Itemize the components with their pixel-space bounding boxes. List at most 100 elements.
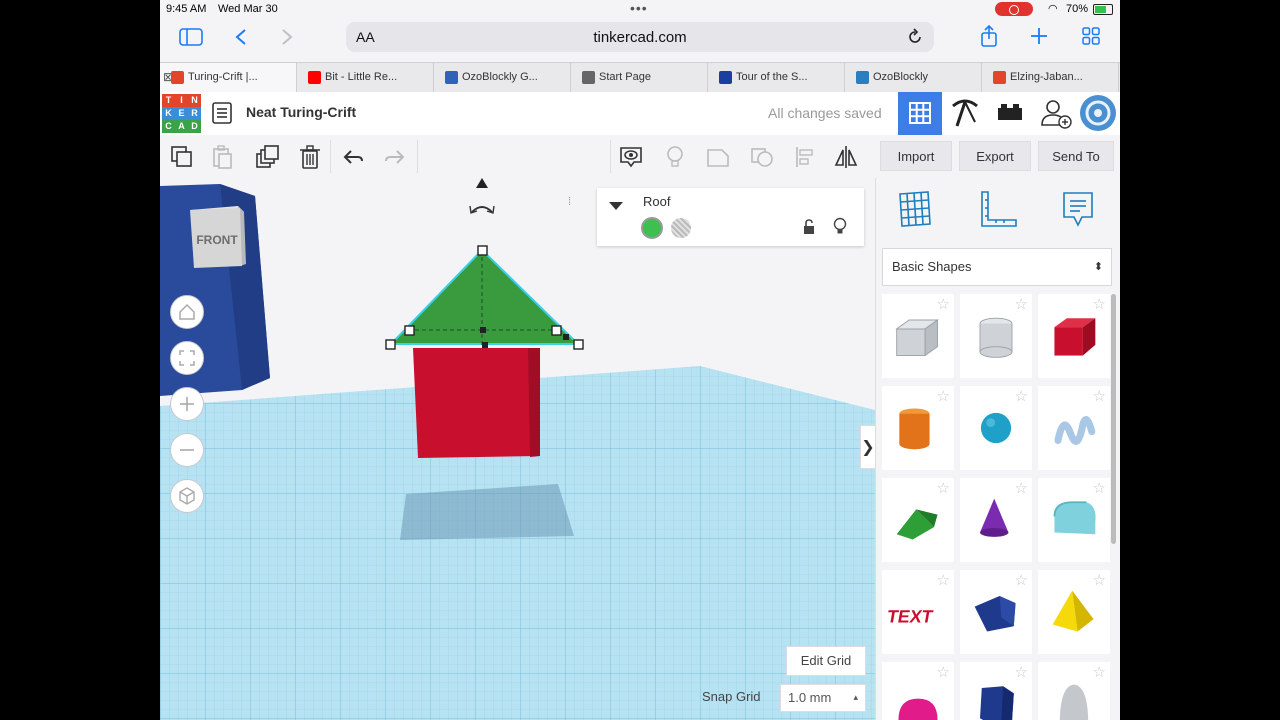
invite-user-button[interactable]	[1033, 92, 1077, 135]
multitasking-dots-icon[interactable]: •••	[630, 0, 648, 16]
grid-view-icon	[909, 102, 931, 124]
info-icon[interactable]: ⁞	[568, 196, 571, 208]
shape-card-sphere[interactable]: ☆	[960, 386, 1032, 470]
shape-card-hexagonal-prism[interactable]: ☆	[960, 662, 1032, 720]
shape-card-round-roof[interactable]: ☆	[1038, 478, 1110, 562]
browser-tab[interactable]: Tour of the S...	[708, 63, 845, 93]
browser-tab[interactable]: OzoBlockly G...	[434, 63, 571, 93]
shape-card-polygon[interactable]: ☆	[960, 570, 1032, 654]
shape-card-scribble[interactable]: ☆	[1038, 386, 1110, 470]
paste-icon[interactable]	[210, 144, 236, 170]
tab-overview-icon[interactable]	[1082, 27, 1100, 45]
design-title[interactable]: Neat Turing-Crift	[246, 104, 356, 120]
ortho-view-button[interactable]	[170, 479, 204, 513]
ruler-icon[interactable]	[978, 190, 1018, 230]
stepper-icon: ▴	[853, 692, 858, 702]
logo-letter: C	[162, 120, 175, 133]
shape-library-value: Basic Shapes	[892, 259, 972, 274]
collapse-inspector-icon[interactable]	[609, 202, 623, 210]
zoom-out-button[interactable]	[170, 433, 204, 467]
shape-card-cone[interactable]: ☆	[960, 478, 1032, 562]
bricks-view-button[interactable]	[988, 92, 1032, 135]
back-icon[interactable]	[234, 28, 248, 46]
show-all-icon[interactable]	[618, 144, 644, 170]
workplane-scene[interactable]: FRONT ⁞	[160, 178, 875, 720]
shape-card-half-sphere[interactable]: ☆	[882, 662, 954, 720]
note-bulb-icon[interactable]	[662, 144, 688, 170]
snap-grid-select[interactable]: 1.0 mm ▴	[780, 684, 866, 712]
address-bar[interactable]: AA tinkercad.com	[346, 22, 934, 52]
share-icon[interactable]	[979, 24, 999, 48]
lock-icon[interactable]	[802, 219, 816, 235]
solid-color-button[interactable]	[641, 217, 663, 239]
center-handle[interactable]	[480, 327, 486, 333]
avatar-icon	[1080, 95, 1116, 131]
export-button[interactable]: Export	[959, 141, 1031, 171]
save-status: All changes saved	[768, 105, 882, 121]
status-time: 9:45 AM	[166, 3, 207, 15]
home-view-button[interactable]	[170, 295, 204, 329]
box-shape[interactable]	[413, 348, 538, 458]
lift-handle-icon[interactable]	[476, 178, 488, 188]
shape-panel-scrollbar[interactable]	[1111, 294, 1116, 544]
duplicate-icon[interactable]	[254, 144, 280, 170]
mirror-icon[interactable]	[833, 144, 859, 170]
new-tab-icon[interactable]	[1030, 27, 1048, 45]
corner-handle[interactable]	[563, 334, 569, 340]
browser-tab[interactable]: Bit - Little Re...	[297, 63, 434, 93]
import-button[interactable]: Import	[880, 141, 952, 171]
snap-grid-label: Snap Grid	[702, 689, 761, 704]
shape-card-box-hole[interactable]: ☆	[882, 294, 954, 378]
fit-view-button[interactable]	[170, 341, 204, 375]
browser-tab[interactable]: OzoBlockly	[845, 63, 982, 93]
shape-thumbnail-icon	[1054, 318, 1096, 356]
edit-grid-button[interactable]: Edit Grid	[786, 646, 866, 676]
blocks-view-button[interactable]	[943, 92, 987, 135]
logo-letter: A	[175, 120, 188, 133]
hole-button[interactable]	[671, 218, 691, 238]
snap-grid-value: 1.0 mm	[788, 690, 832, 705]
browser-tab-label: Turing-Crift |...	[188, 71, 258, 83]
align-icon[interactable]	[793, 144, 819, 170]
send-to-button[interactable]: Send To	[1038, 141, 1114, 171]
shape-thumbnail-icon	[1054, 416, 1096, 445]
shape-thumbnail-icon	[980, 498, 1009, 537]
ungroup-icon[interactable]	[749, 144, 775, 170]
shape-card-cylinder-hole[interactable]: ☆	[960, 294, 1032, 378]
undo-icon[interactable]	[340, 144, 366, 170]
redo-icon[interactable]	[382, 144, 408, 170]
favicon-icon	[171, 71, 184, 84]
3d-design-view-button[interactable]	[898, 92, 942, 135]
visibility-bulb-icon[interactable]	[833, 217, 847, 235]
shape-card-box[interactable]: ☆	[1038, 294, 1110, 378]
browser-tab[interactable]: Start Page	[571, 63, 708, 93]
group-icon[interactable]	[705, 144, 731, 170]
reload-icon[interactable]	[906, 28, 924, 46]
forward-icon[interactable]	[280, 28, 294, 46]
workplane-viewport[interactable]: FRONT ⁞ Edit Grid Snap Grid 1.0 mm ▴	[160, 178, 875, 720]
bottom-handle[interactable]	[482, 342, 488, 348]
screen-recording-icon	[995, 2, 1033, 16]
shape-name[interactable]: Roof	[643, 194, 670, 209]
browser-tab[interactable]: ⊠ Turing-Crift |...	[160, 63, 297, 93]
notes-icon[interactable]	[1058, 190, 1098, 230]
favicon-icon	[993, 71, 1006, 84]
design-menu-icon[interactable]	[212, 102, 232, 124]
logo-letter: E	[175, 107, 188, 120]
tinkercad-logo[interactable]: TINKERCAD	[162, 94, 201, 133]
workplane-icon[interactable]	[896, 190, 936, 230]
delete-icon[interactable]	[297, 144, 323, 170]
collapse-panel-button[interactable]: ❯	[860, 425, 876, 469]
profile-avatar[interactable]	[1076, 92, 1120, 135]
sidebar-icon[interactable]	[179, 28, 203, 46]
shape-card-cylinder[interactable]: ☆	[882, 386, 954, 470]
browser-tab[interactable]: Elzing-Jaban...	[982, 63, 1119, 93]
shape-card-text[interactable]: ☆ TEXT	[882, 570, 954, 654]
shape-card-roof[interactable]: ☆	[882, 478, 954, 562]
shape-thumbnail-icon	[1053, 501, 1096, 535]
copy-icon[interactable]	[169, 144, 195, 170]
zoom-in-button[interactable]	[170, 387, 204, 421]
shape-card-paraboloid[interactable]: ☆	[1038, 662, 1110, 720]
shape-card-pyramid[interactable]: ☆	[1038, 570, 1110, 654]
shape-library-select[interactable]: Basic Shapes ⬍	[882, 248, 1112, 286]
